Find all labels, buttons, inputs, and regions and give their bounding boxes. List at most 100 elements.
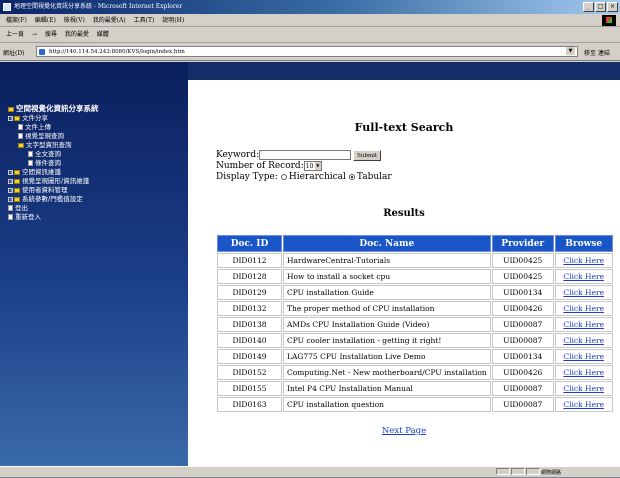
- go-button[interactable]: 移至 連結: [584, 48, 610, 57]
- expand-icon[interactable]: +: [8, 196, 13, 202]
- sidebar-item-label: 文字型資訊查詢: [26, 141, 72, 149]
- page-icon: [28, 151, 33, 157]
- expand-icon[interactable]: +: [8, 178, 13, 184]
- sidebar-item[interactable]: 文字型資訊查詢: [8, 141, 99, 150]
- sidebar-item[interactable]: 文件上傳: [8, 123, 99, 132]
- sidebar-item[interactable]: 重新登入: [8, 213, 99, 222]
- menu-tools[interactable]: 工具(T): [134, 17, 155, 24]
- chevron-down-icon[interactable]: ▼: [566, 47, 575, 55]
- menu-edit[interactable]: 編輯(E): [35, 17, 56, 24]
- ie-icon: [3, 3, 11, 11]
- sidebar-item[interactable]: 條件查詢: [8, 159, 99, 168]
- click-here-link[interactable]: Click Here: [563, 272, 604, 281]
- maximize-button[interactable]: □: [595, 2, 606, 12]
- table-row: DID0152 Computing.Net - New motherboard/C…: [217, 365, 613, 380]
- search-button[interactable]: 搜尋: [45, 31, 57, 38]
- keyword-label: Keyword:: [216, 150, 260, 160]
- nav-root[interactable]: 空間視覺化資訊分享系統: [8, 104, 99, 113]
- click-here-link[interactable]: Click Here: [563, 256, 604, 265]
- sidebar-item[interactable]: 登出: [8, 204, 99, 213]
- menu-view[interactable]: 檢視(V): [64, 17, 85, 24]
- title-bar: 地理空間視覺化資訊分享系統 - Microsoft Internet Explo…: [0, 0, 620, 14]
- browser-window: 地理空間視覺化資訊分享系統 - Microsoft Internet Explo…: [0, 0, 620, 477]
- sidebar-item-label: 文件分享: [22, 114, 48, 122]
- browse-cell: Click Here: [554, 253, 613, 268]
- doc-id-cell: DID0129: [217, 285, 282, 300]
- sidebar-item-label: 全文查詢: [35, 150, 61, 158]
- sidebar-item[interactable]: + 視覺呈現圖形/資訊維護: [8, 177, 99, 186]
- column-header-provider: Provider: [491, 235, 554, 252]
- address-input[interactable]: http://140.114.54.243:8080/KVS/login/ind…: [36, 46, 578, 57]
- menu-bar: 檔案(F) 編輯(E) 檢視(V) 我的最愛(A) 工具(T) 說明(H): [0, 14, 620, 27]
- media-button[interactable]: 媒體: [97, 31, 109, 38]
- records-select[interactable]: 10 ▼: [303, 161, 322, 171]
- close-button[interactable]: ×: [607, 2, 618, 12]
- doc-name-cell: CPU cooler installation - getting it rig…: [283, 333, 491, 348]
- tabular-label: Tabular: [356, 172, 392, 182]
- next-page-link[interactable]: Next Page: [382, 426, 426, 436]
- sidebar-item-label: 重新登入: [15, 213, 41, 221]
- internet-zone-label: 網際網路: [541, 470, 562, 476]
- next-page-container: Next Page: [188, 426, 620, 436]
- provider-cell: UID00134: [491, 349, 554, 364]
- expand-icon[interactable]: +: [8, 115, 13, 121]
- page-icon: [28, 160, 33, 166]
- table-row: DID0128 How to install a socket cpu UID004…: [217, 269, 613, 284]
- sidebar-item[interactable]: + 使用者資料管理: [8, 186, 99, 195]
- click-here-link[interactable]: Click Here: [563, 320, 604, 329]
- hierarchical-radio[interactable]: [280, 173, 287, 180]
- folder-icon: [14, 196, 20, 202]
- minimize-button[interactable]: _: [583, 2, 594, 12]
- click-here-link[interactable]: Click Here: [563, 400, 604, 409]
- browse-cell: Click Here: [554, 333, 613, 348]
- sidebar-item[interactable]: 視覺呈現查詢: [8, 132, 99, 141]
- sidebar-item-label: 視覺呈現圖形/資訊維護: [22, 177, 90, 185]
- windows-logo-icon: [602, 15, 616, 26]
- provider-cell: UID00134: [491, 285, 554, 300]
- submit-button[interactable]: Submit: [353, 150, 382, 161]
- folder-icon: [14, 115, 20, 121]
- browse-cell: Click Here: [554, 317, 613, 332]
- browse-cell: Click Here: [554, 365, 613, 380]
- links-label[interactable]: 連結: [598, 50, 610, 57]
- table-row: DID0163 CPU installation question UID00087…: [217, 397, 613, 412]
- nav-tree: 空間視覺化資訊分享系統 + 文件分享 文件上傳 視覺呈現查詢 文字型資訊查詢 全文查詢 條件…: [8, 104, 99, 222]
- browse-cell: Click Here: [554, 301, 613, 316]
- sidebar-item-label: 登出: [15, 204, 28, 212]
- menu-help[interactable]: 說明(H): [162, 17, 184, 24]
- expand-icon[interactable]: +: [8, 169, 13, 175]
- hierarchical-label: Hierarchical: [288, 172, 346, 182]
- doc-id-cell: DID0112: [217, 253, 282, 268]
- status-cell: [496, 468, 510, 475]
- sidebar-item[interactable]: + 文件分享: [8, 114, 99, 123]
- sidebar-item[interactable]: + 系統參數/門檻值設定: [8, 195, 99, 204]
- forward-button[interactable]: →: [32, 31, 37, 38]
- sidebar-item[interactable]: + 空間資訊維護: [8, 168, 99, 177]
- table-row: DID0149 LAG775 CPU Installation Live Demo…: [217, 349, 613, 364]
- click-here-link[interactable]: Click Here: [563, 368, 604, 377]
- favorites-button[interactable]: 我的最愛: [65, 31, 89, 38]
- chevron-down-icon: ▼: [314, 162, 321, 170]
- menu-favorites[interactable]: 我的最愛(A): [93, 17, 126, 24]
- folder-icon: [14, 178, 20, 184]
- sidebar-item-label: 系統參數/門檻值設定: [22, 195, 83, 203]
- click-here-link[interactable]: Click Here: [563, 336, 604, 345]
- click-here-link[interactable]: Click Here: [563, 304, 604, 313]
- back-button[interactable]: 上一頁: [6, 31, 24, 38]
- table-row: DID0129 CPU installation Guide UID00134 Cli…: [217, 285, 613, 300]
- doc-name-cell: Computing.Net - New motherboard/CPU inst…: [283, 365, 491, 380]
- click-here-link[interactable]: Click Here: [563, 384, 604, 393]
- click-here-link[interactable]: Click Here: [563, 288, 604, 297]
- expand-icon[interactable]: +: [8, 187, 13, 193]
- click-here-link[interactable]: Click Here: [563, 352, 604, 361]
- sidebar-item[interactable]: 全文查詢: [8, 150, 99, 159]
- doc-id-cell: DID0155: [217, 381, 282, 396]
- menu-file[interactable]: 檔案(F): [6, 17, 27, 24]
- browse-cell: Click Here: [554, 269, 613, 284]
- tabular-radio[interactable]: [348, 173, 355, 180]
- sidebar-item-label: 空間資訊維護: [22, 168, 61, 176]
- doc-id-cell: DID0128: [217, 269, 282, 284]
- keyword-input[interactable]: [259, 150, 352, 160]
- doc-name-cell: How to install a socket cpu: [283, 269, 491, 284]
- provider-cell: UID00426: [491, 365, 554, 380]
